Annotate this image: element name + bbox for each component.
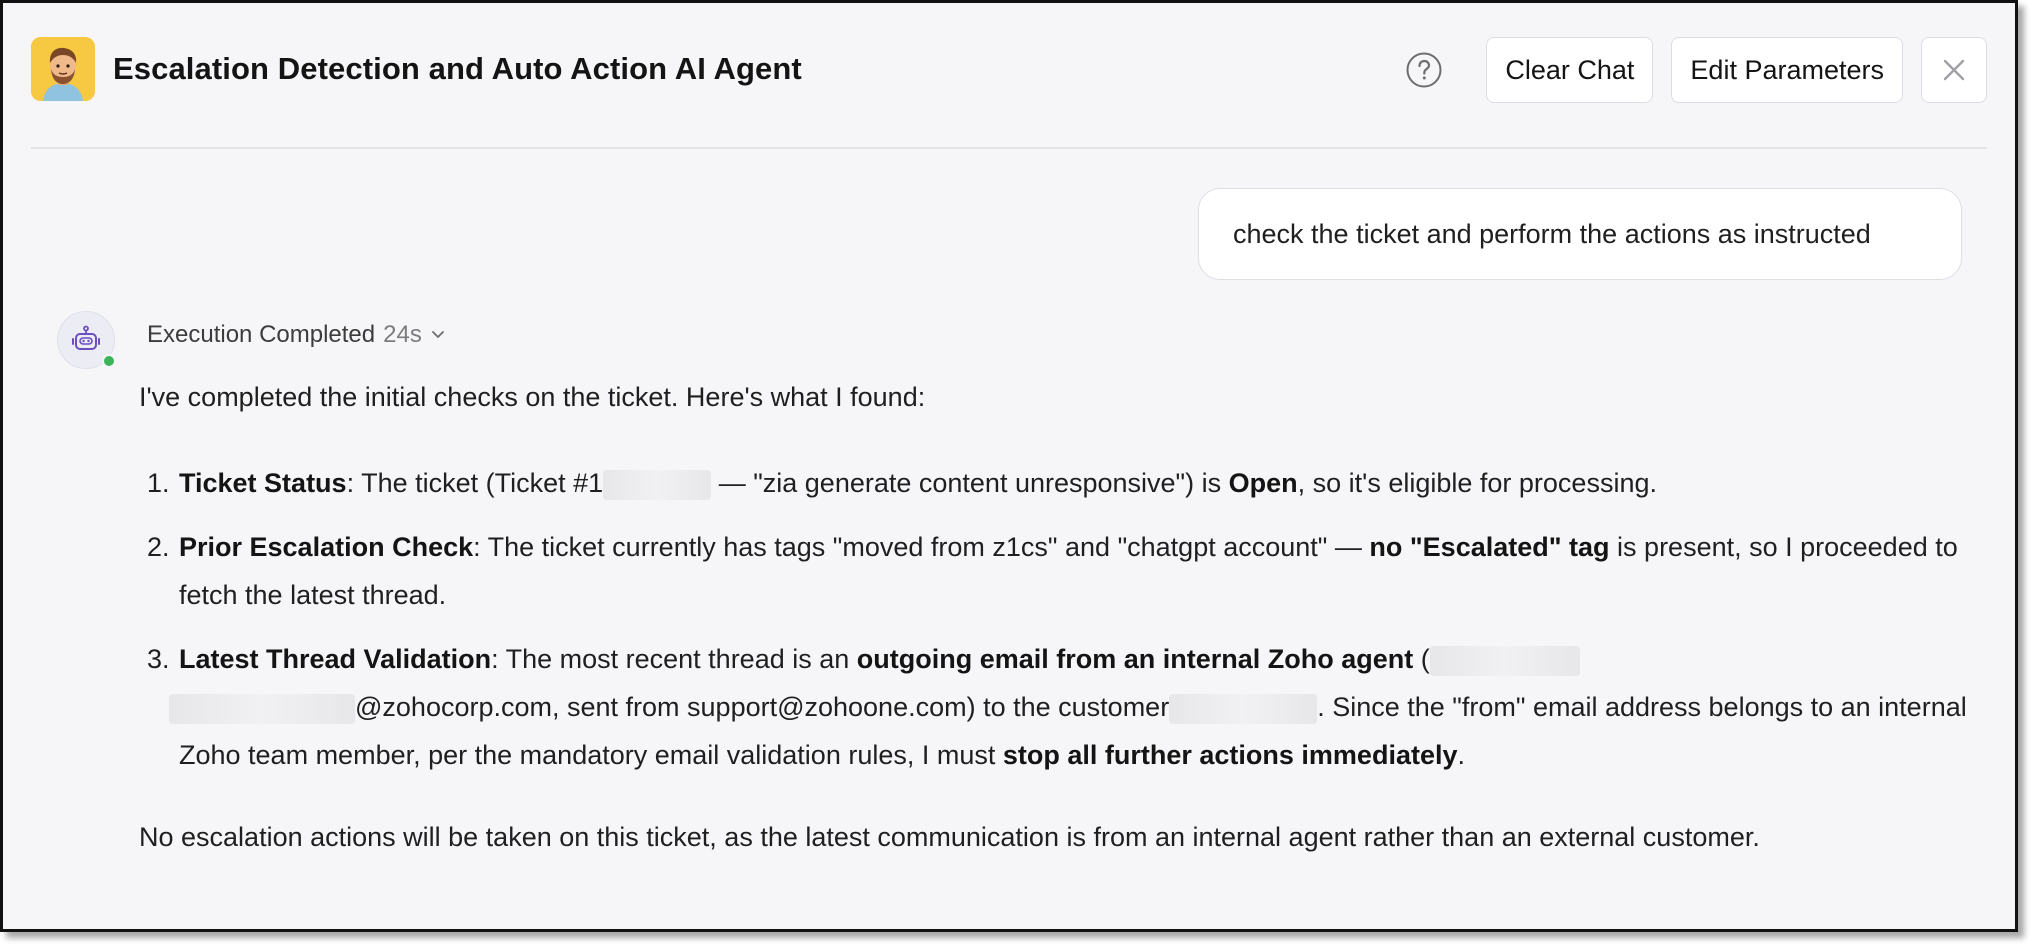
edit-parameters-button[interactable]: Edit Parameters xyxy=(1671,37,1903,103)
item-label: Latest Thread Validation xyxy=(179,644,492,674)
status-value: Open xyxy=(1228,468,1298,498)
list-item: 2. Prior Escalation Check: The ticket cu… xyxy=(139,523,1969,619)
item-label: Ticket Status xyxy=(179,468,347,498)
user-message-text: check the ticket and perform the actions… xyxy=(1233,218,1871,249)
execution-status-toggle[interactable]: Execution Completed 24s xyxy=(147,321,446,349)
item-text: 1 xyxy=(588,468,604,498)
execution-status: Execution Completed xyxy=(147,321,376,348)
agent-response: I've completed the initial checks on the… xyxy=(139,377,1969,857)
agent-title: Escalation Detection and Auto Action AI … xyxy=(113,51,802,86)
redacted-agent-email xyxy=(169,693,355,724)
chat-header: Escalation Detection and Auto Action AI … xyxy=(31,31,1987,149)
redacted-customer xyxy=(1169,693,1318,724)
response-closing: No escalation actions will be taken on t… xyxy=(139,822,1760,852)
item-text: : The ticket (Ticket # xyxy=(346,468,589,498)
item-text: ( xyxy=(1413,644,1430,674)
item-text: , so it's eligible for processing. xyxy=(1297,468,1657,498)
robot-icon xyxy=(72,325,100,350)
item-text: ) to the customer xyxy=(966,692,1170,722)
response-intro: I've completed the initial checks on the… xyxy=(139,382,926,412)
item-text: : The most recent thread is an xyxy=(491,644,857,674)
item-text: @zohocorp.com, sent from xyxy=(355,692,688,722)
redacted-ticket-number xyxy=(603,469,712,500)
list-number: 3. xyxy=(147,644,170,674)
list-item: 3. Latest Thread Validation: The most re… xyxy=(139,635,1969,779)
tag-check-result: no "Escalated" tag xyxy=(1369,532,1610,562)
online-status-dot xyxy=(102,354,116,368)
chevron-down-icon xyxy=(431,331,444,339)
list-item: 1. Ticket Status: The ticket (Ticket #1 … xyxy=(139,459,1969,507)
execution-duration: 24s xyxy=(383,321,422,348)
avatar-illustration-icon xyxy=(31,37,95,101)
thread-type: outgoing email from an internal Zoho age… xyxy=(856,644,1414,674)
redacted-agent-name xyxy=(1429,645,1580,676)
list-number: 2. xyxy=(147,532,170,562)
list-number: 1. xyxy=(147,468,170,498)
item-label: Prior Escalation Check xyxy=(179,532,474,562)
findings-list: 1. Ticket Status: The ticket (Ticket #1 … xyxy=(139,459,1969,779)
action-decision: stop all further actions immediately xyxy=(1002,740,1458,770)
agent-chat-window: Escalation Detection and Auto Action AI … xyxy=(0,0,2018,932)
user-message-bubble: check the ticket and perform the actions… xyxy=(1198,188,1962,280)
close-button[interactable] xyxy=(1921,37,1987,103)
clear-chat-button[interactable]: Clear Chat xyxy=(1486,37,1654,103)
question-circle-icon[interactable] xyxy=(1404,50,1444,90)
close-icon xyxy=(1943,59,1965,81)
item-text: : The ticket currently has tags "moved f… xyxy=(473,532,1370,562)
agent-avatar xyxy=(31,37,95,101)
item-text: . xyxy=(1457,740,1466,770)
bot-avatar xyxy=(57,311,116,369)
item-text: — "zia generate content unresponsive") i… xyxy=(711,468,1229,498)
header-actions: Clear Chat Edit Parameters xyxy=(1404,37,1987,103)
sender-email: support@zohoone.com xyxy=(687,692,967,722)
